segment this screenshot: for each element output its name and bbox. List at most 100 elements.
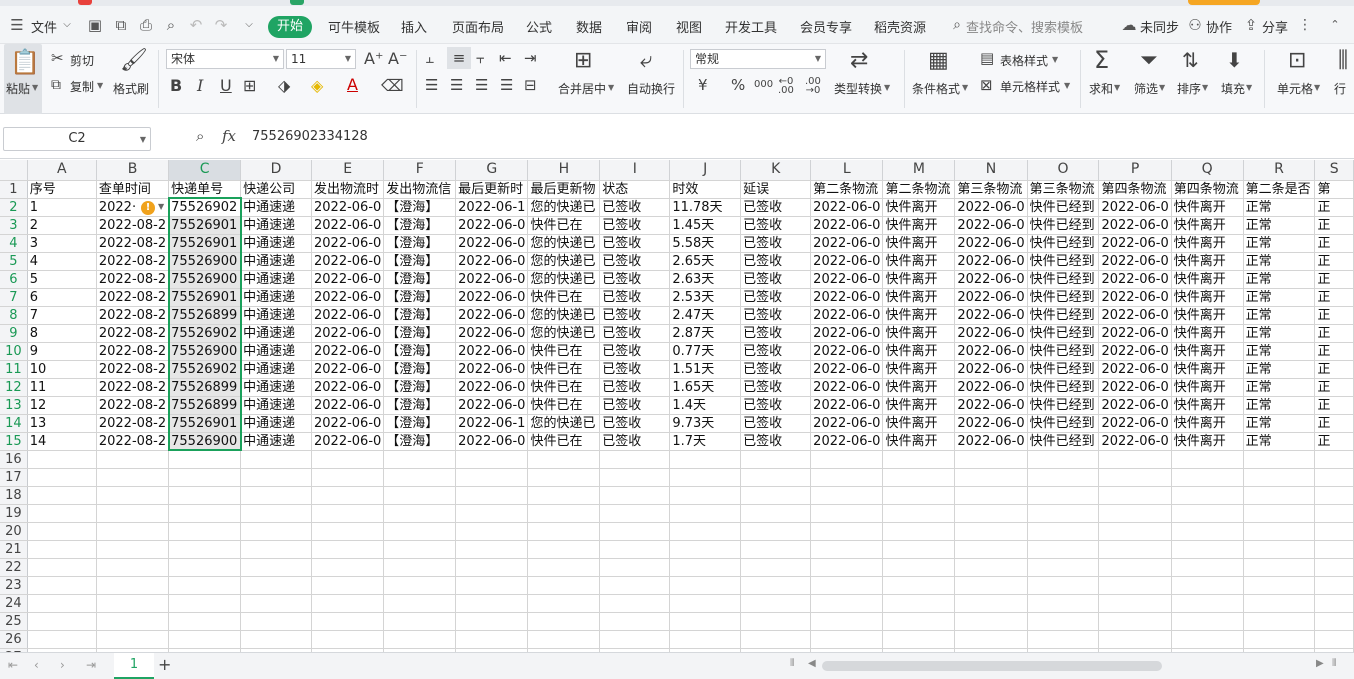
- cell-m5[interactable]: 快件离开: [882, 252, 956, 271]
- cell-m2[interactable]: 快件离开: [882, 198, 956, 217]
- column-header-j[interactable]: J: [669, 160, 742, 181]
- cell-h14[interactable]: 您的快递已: [527, 414, 601, 433]
- cell-l14[interactable]: 2022-06-0: [810, 414, 884, 433]
- cell-i3[interactable]: 已签收: [599, 216, 671, 235]
- cell-g23[interactable]: [455, 576, 529, 595]
- cell-style-icon[interactable]: ⊠: [980, 78, 993, 93]
- scroll-right-icon[interactable]: ▶: [1316, 659, 1324, 669]
- cell-l25[interactable]: [810, 612, 884, 631]
- command-search-input[interactable]: 查找命令、搜索模板: [966, 17, 1083, 36]
- cell-q5[interactable]: 快件离开: [1171, 252, 1244, 271]
- table-style-dropdown-icon[interactable]: ▼: [1052, 55, 1058, 64]
- column-header-p[interactable]: P: [1098, 160, 1172, 181]
- cell-l21[interactable]: [810, 540, 884, 559]
- cell-b17[interactable]: [96, 468, 170, 487]
- cell-b8[interactable]: 2022-08-2: [96, 306, 170, 325]
- cell-a21[interactable]: [27, 540, 97, 559]
- cell-c12[interactable]: 75526899: [168, 378, 242, 397]
- cell-a7[interactable]: 6: [27, 288, 97, 307]
- more-chevron-icon[interactable]: ⌵: [240, 16, 258, 34]
- fill-button[interactable]: 填充: [1221, 80, 1245, 97]
- cell-j13[interactable]: 1.4天: [669, 396, 742, 415]
- cell-a17[interactable]: [27, 468, 97, 487]
- cell-d12[interactable]: 中通速递: [240, 378, 313, 397]
- cell-s9[interactable]: 正: [1314, 324, 1354, 343]
- cell-e5[interactable]: 2022-06-0: [311, 252, 385, 271]
- cell-f18[interactable]: [383, 486, 457, 505]
- column-header-i[interactable]: I: [599, 160, 671, 181]
- cell-s11[interactable]: 正: [1314, 360, 1354, 379]
- cell-l8[interactable]: 2022-06-0: [810, 306, 884, 325]
- cell-p26[interactable]: [1098, 630, 1172, 649]
- cell-i24[interactable]: [599, 594, 671, 613]
- cell-p1[interactable]: 第四条物流: [1098, 180, 1172, 199]
- cell-i19[interactable]: [599, 504, 671, 523]
- column-header-q[interactable]: Q: [1171, 160, 1244, 181]
- cell-s2[interactable]: 正: [1314, 198, 1354, 217]
- tab-member[interactable]: 会员专享: [800, 17, 852, 36]
- cell-l9[interactable]: 2022-06-0: [810, 324, 884, 343]
- font-color-icon[interactable]: A: [347, 77, 358, 93]
- cell-e13[interactable]: 2022-06-0: [311, 396, 385, 415]
- cell-c3[interactable]: 75526901: [168, 216, 242, 235]
- cell-i7[interactable]: 已签收: [599, 288, 671, 307]
- cell-n7[interactable]: 2022-06-0: [954, 288, 1028, 307]
- cell-g15[interactable]: 2022-06-0: [455, 432, 529, 451]
- cell-g5[interactable]: 2022-06-0: [455, 252, 529, 271]
- merge-dropdown-icon[interactable]: ▼: [608, 83, 614, 92]
- last-sheet-icon[interactable]: ⇥: [86, 659, 96, 671]
- cell-k24[interactable]: [740, 594, 812, 613]
- cell-n5[interactable]: 2022-06-0: [954, 252, 1028, 271]
- cell-g4[interactable]: 2022-06-0: [455, 234, 529, 253]
- cell-k14[interactable]: 已签收: [740, 414, 812, 433]
- cell-r16[interactable]: [1243, 450, 1316, 469]
- cell-h4[interactable]: 您的快递已: [527, 234, 601, 253]
- merge-center-button[interactable]: 合并居中: [558, 80, 606, 97]
- cell-a22[interactable]: [27, 558, 97, 577]
- copy-dropdown-icon[interactable]: ▼: [97, 81, 103, 90]
- cell-b13[interactable]: 2022-08-2: [96, 396, 170, 415]
- cell-k7[interactable]: 已签收: [740, 288, 812, 307]
- cell-b11[interactable]: 2022-08-2: [96, 360, 170, 379]
- cell-a6[interactable]: 5: [27, 270, 97, 289]
- cell-n26[interactable]: [954, 630, 1028, 649]
- cell-b21[interactable]: [96, 540, 170, 559]
- fill-icon[interactable]: ⬇: [1226, 50, 1243, 70]
- cell-n22[interactable]: [954, 558, 1028, 577]
- cell-k1[interactable]: 延误: [740, 180, 812, 199]
- sync-status[interactable]: 未同步: [1140, 17, 1179, 36]
- cell-r20[interactable]: [1243, 522, 1316, 541]
- cell-l22[interactable]: [810, 558, 884, 577]
- cell-n23[interactable]: [954, 576, 1028, 595]
- cell-r26[interactable]: [1243, 630, 1316, 649]
- cell-a13[interactable]: 12: [27, 396, 97, 415]
- decrease-decimal-icon[interactable]: .00 →0: [805, 77, 821, 96]
- row-header[interactable]: 15: [0, 432, 28, 451]
- cell-p12[interactable]: 2022-06-0: [1098, 378, 1172, 397]
- sort-button[interactable]: 排序: [1177, 80, 1201, 97]
- align-bottom-icon[interactable]: ⫟: [476, 51, 485, 66]
- cell-q26[interactable]: [1171, 630, 1244, 649]
- cell-f20[interactable]: [383, 522, 457, 541]
- row-header[interactable]: 24: [0, 594, 28, 613]
- cell-r13[interactable]: 正常: [1243, 396, 1316, 415]
- cell-l24[interactable]: [810, 594, 884, 613]
- cell-p21[interactable]: [1098, 540, 1172, 559]
- cell-q6[interactable]: 快件离开: [1171, 270, 1244, 289]
- cell-f17[interactable]: [383, 468, 457, 487]
- cell-g7[interactable]: 2022-06-0: [455, 288, 529, 307]
- cell-c13[interactable]: 75526899: [168, 396, 242, 415]
- tab-page-layout[interactable]: 页面布局: [452, 17, 504, 36]
- cell-a16[interactable]: [27, 450, 97, 469]
- cell-d16[interactable]: [240, 450, 313, 469]
- cell-r8[interactable]: 正常: [1243, 306, 1316, 325]
- cell-j4[interactable]: 5.58天: [669, 234, 742, 253]
- cell-f9[interactable]: 【澄海】: [383, 324, 457, 343]
- cell-h18[interactable]: [527, 486, 601, 505]
- redo-icon[interactable]: ↷: [212, 16, 230, 34]
- cell-m4[interactable]: 快件离开: [882, 234, 956, 253]
- cell-l10[interactable]: 2022-06-0: [810, 342, 884, 361]
- add-sheet-icon[interactable]: +: [158, 657, 171, 673]
- cell-n16[interactable]: [954, 450, 1028, 469]
- wrap-text-button[interactable]: 自动换行: [627, 80, 675, 97]
